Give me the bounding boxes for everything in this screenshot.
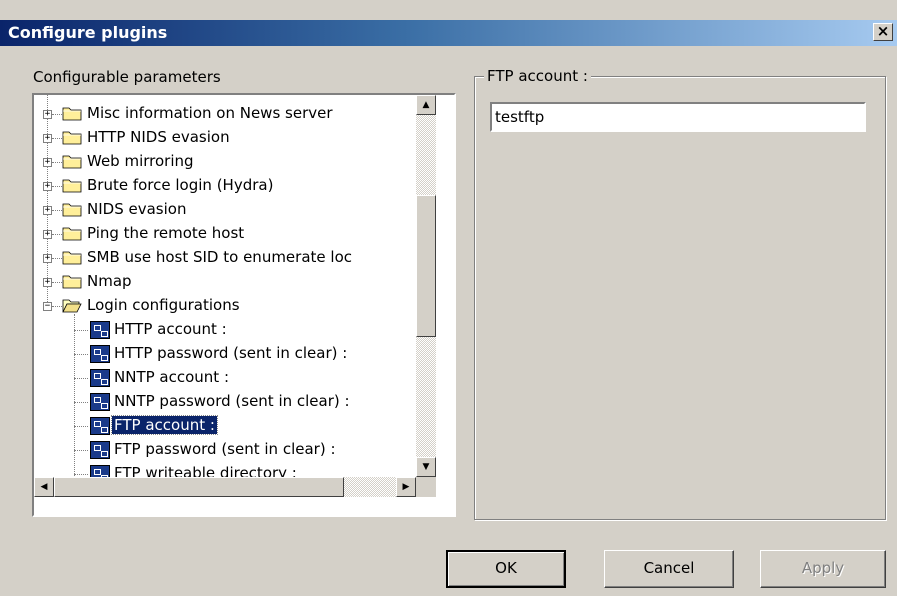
plugin-parameter-icon [90, 393, 110, 411]
collapse-icon[interactable]: − [43, 302, 52, 311]
tree-item-plugin[interactable]: HTTP password (sent in clear) : [34, 342, 416, 366]
tree-connector-line [52, 210, 62, 211]
tree-item-plugin[interactable]: NNTP password (sent in clear) : [34, 390, 416, 414]
plugin-parameter-icon [90, 321, 110, 339]
tree-item-folder[interactable]: − Login configurations [34, 294, 416, 318]
tree-item-label: Misc information on News server [87, 104, 333, 122]
tree-connector-line [52, 186, 62, 187]
tree-connector-line [52, 258, 62, 259]
expand-icon[interactable]: + [43, 182, 52, 191]
tree-item-plugin[interactable]: FTP account : [34, 414, 416, 438]
tree-item-label: SMB use host SID to enumerate loc [87, 248, 352, 266]
ok-button[interactable]: OK [446, 550, 566, 588]
tree-item-label: NNTP account : [114, 368, 229, 386]
open-folder-icon [62, 298, 82, 313]
folder-icon [62, 250, 82, 265]
tree-item-label: Web mirroring [87, 152, 194, 170]
plugin-parameter-icon [90, 465, 110, 477]
plugin-parameter-icon [90, 441, 110, 459]
tree-item-label: HTTP password (sent in clear) : [114, 344, 348, 362]
tree-item-folder[interactable]: + Ping the remote host [34, 222, 416, 246]
folder-icon [62, 202, 82, 217]
plugin-tree[interactable]: + Misc information on News server + HTTP NI… [32, 93, 456, 517]
close-button[interactable]: × [873, 23, 893, 41]
tree-item-folder[interactable]: + SMB use host SID to enumerate loc [34, 246, 416, 270]
tree-connector-line [74, 426, 88, 427]
expand-icon[interactable]: + [43, 110, 52, 119]
tree-connector-line [74, 450, 88, 451]
tree-item-label: Nmap [87, 272, 132, 290]
ftp-account-input[interactable]: testftp [490, 102, 866, 132]
plugin-parameter-icon [90, 345, 110, 363]
tree-item-label: NIDS evasion [87, 200, 187, 218]
tree-item-folder[interactable]: + Misc information on News server [34, 102, 416, 126]
tree-connector-line [52, 234, 62, 235]
tree-connector-line [74, 354, 88, 355]
tree-connector-line [74, 378, 88, 379]
tree-connector-line [74, 474, 88, 475]
configure-plugins-dialog: Configure plugins × Configurable paramet… [0, 0, 897, 596]
configurable-parameters-label: Configurable parameters [33, 68, 221, 86]
tree-connector-line [74, 330, 88, 331]
scrollbar-corner [416, 477, 436, 497]
tree-item-label: Brute force login (Hydra) [87, 176, 274, 194]
plugin-parameter-icon [90, 417, 110, 435]
expand-icon[interactable]: + [43, 278, 52, 287]
tree-item-folder[interactable]: + NIDS evasion [34, 198, 416, 222]
folder-icon [62, 130, 82, 145]
horizontal-scrollbar[interactable]: ◀ ▶ [34, 477, 416, 497]
scroll-up-button[interactable]: ▲ [416, 95, 436, 115]
tree-item-label: FTP writeable directory : [114, 464, 297, 477]
tree-connector-line [52, 138, 62, 139]
tree-item-label: NNTP password (sent in clear) : [114, 392, 350, 410]
tree-item-plugin[interactable]: FTP password (sent in clear) : [34, 438, 416, 462]
ftp-account-groupbox [474, 76, 886, 520]
expand-icon[interactable]: + [43, 206, 52, 215]
tree-item-folder[interactable]: + Brute force login (Hydra) [34, 174, 416, 198]
ftp-account-group-label: FTP account : [484, 67, 591, 85]
tree-item-label: HTTP NIDS evasion [87, 128, 230, 146]
horizontal-scroll-thumb[interactable] [54, 477, 344, 497]
tree-item-label: Ping the remote host [87, 224, 245, 242]
scroll-left-button[interactable]: ◀ [34, 477, 54, 497]
folder-icon [62, 178, 82, 193]
tree-connector-line [52, 306, 62, 307]
scroll-right-button[interactable]: ▶ [396, 477, 416, 497]
folder-icon [62, 154, 82, 169]
tree-item-label: HTTP account : [114, 320, 227, 338]
expand-icon[interactable]: + [43, 254, 52, 263]
tree-item-folder[interactable]: + Nmap [34, 270, 416, 294]
tree-connector-line [52, 114, 62, 115]
expand-icon[interactable]: + [43, 158, 52, 167]
tree-item-label: Login configurations [87, 296, 240, 314]
title-bar[interactable]: Configure plugins × [0, 20, 897, 46]
tree-item-plugin[interactable]: FTP writeable directory : [34, 462, 416, 477]
plugin-parameter-icon [90, 369, 110, 387]
expand-icon[interactable]: + [43, 134, 52, 143]
window-title: Configure plugins [8, 23, 168, 42]
tree-connector-line [52, 282, 62, 283]
folder-icon [62, 106, 82, 121]
tree-item-plugin[interactable]: NNTP account : [34, 366, 416, 390]
apply-button[interactable]: Apply [760, 550, 886, 588]
tree-connector-line [52, 162, 62, 163]
folder-icon [62, 226, 82, 241]
tree-item-folder[interactable]: + HTTP NIDS evasion [34, 126, 416, 150]
folder-icon [62, 274, 82, 289]
tree-item-plugin[interactable]: HTTP account : [34, 318, 416, 342]
scroll-down-button[interactable]: ▼ [416, 457, 436, 477]
vertical-scrollbar[interactable]: ▲ ▼ [416, 95, 436, 477]
tree-connector-line [74, 402, 88, 403]
tree-item-label: FTP account : [111, 415, 218, 435]
tree-viewport: + Misc information on News server + HTTP NI… [34, 95, 416, 477]
vertical-scroll-thumb[interactable] [416, 195, 436, 337]
expand-icon[interactable]: + [43, 230, 52, 239]
cancel-button[interactable]: Cancel [604, 550, 734, 588]
tree-item-label: FTP password (sent in clear) : [114, 440, 336, 458]
tree-item-folder[interactable]: + Web mirroring [34, 150, 416, 174]
